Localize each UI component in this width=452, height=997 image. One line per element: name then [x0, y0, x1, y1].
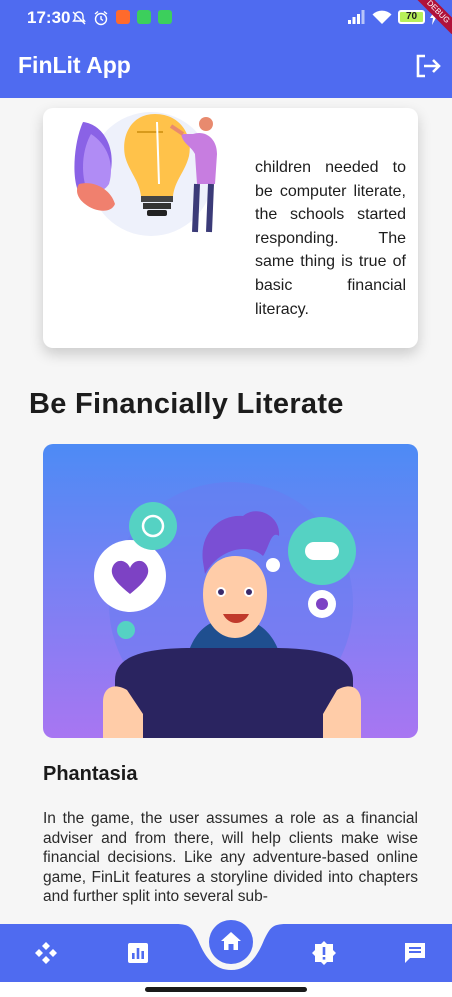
- lightbulb-illustration: [74, 112, 217, 236]
- intro-card-text: children needed to be computer literate,…: [255, 159, 406, 318]
- main-content[interactable]: children needed to be computer literate,…: [0, 98, 452, 924]
- app-badge-icon: [158, 10, 172, 24]
- app-badge-icon: [116, 10, 130, 24]
- alert-icon[interactable]: [311, 940, 337, 966]
- mute-icon: [72, 11, 86, 25]
- home-button[interactable]: [209, 920, 253, 964]
- gamepad-icon[interactable]: [33, 940, 59, 966]
- chat-icon[interactable]: [402, 940, 428, 966]
- game-title: Phantasia: [43, 763, 138, 785]
- logout-icon[interactable]: [412, 50, 444, 82]
- alarm-icon: [94, 10, 108, 26]
- gamer-illustration: [43, 444, 418, 738]
- app-title: FinLit App: [18, 52, 131, 78]
- app-badge-icon: [137, 10, 151, 24]
- gesture-bar[interactable]: [145, 987, 307, 992]
- signal-icon: [348, 10, 365, 24]
- bottom-navigation: [0, 920, 452, 982]
- battery-indicator: 70: [398, 10, 425, 24]
- app-bar: FinLit App: [0, 34, 452, 98]
- section-heading: Be Financially Literate: [29, 388, 344, 420]
- status-bar: 17:30 70 DEBUG: [0, 0, 452, 38]
- wifi-icon: [372, 10, 392, 24]
- chart-icon[interactable]: [125, 940, 151, 966]
- intro-card: children needed to be computer literate,…: [43, 108, 418, 348]
- status-time: 17:30: [27, 8, 71, 27]
- gesture-area: [0, 982, 452, 997]
- home-icon: [221, 932, 241, 950]
- game-description: In the game, the user assumes a role as …: [43, 810, 418, 905]
